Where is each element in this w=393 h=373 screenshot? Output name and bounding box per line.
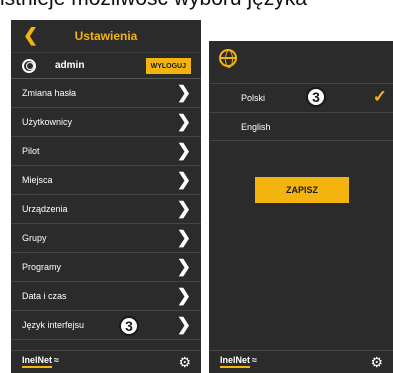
globe-icon xyxy=(219,49,237,68)
menu-item-devices[interactable]: Urządzenia ❯ xyxy=(11,195,201,224)
menu-item-label: Data i czas xyxy=(22,291,67,301)
chevron-right-icon: ❯ xyxy=(176,141,191,160)
chevron-right-icon: ❯ xyxy=(176,315,191,334)
menu-item-change-password[interactable]: Zmiana hasła ❯ xyxy=(11,79,201,108)
settings-screen: ❮ Ustawienia admin WYLOGUJ Zmiana hasła … xyxy=(11,20,201,373)
menu-item-label: Programy xyxy=(22,262,62,272)
logo-text: InelNet xyxy=(22,355,53,365)
logout-button[interactable]: WYLOGUJ xyxy=(145,58,191,74)
logo-text: InelNet xyxy=(220,355,251,365)
settings-header: ❮ Ustawienia xyxy=(11,20,201,52)
inelnet-logo: InelNet ≈ xyxy=(220,355,257,365)
user-name: admin xyxy=(55,60,85,71)
chevron-right-icon: ❯ xyxy=(176,112,191,131)
menu-item-label: Zmiana hasła xyxy=(22,88,77,98)
menu-item-groups[interactable]: Grupy ❯ xyxy=(11,224,201,253)
logo-underline xyxy=(22,366,52,368)
menu-item-remote[interactable]: Pilot ❯ xyxy=(11,137,201,166)
menu-item-label: Miejsca xyxy=(22,175,53,185)
language-option-polish[interactable]: Polski 3 ✓ xyxy=(209,83,393,112)
chevron-right-icon: ❯ xyxy=(176,170,191,189)
chevron-right-icon: ❯ xyxy=(176,257,191,276)
screen: istnieje możliwość wyboru języka ❮ Ustaw… xyxy=(0,0,393,373)
language-option-english[interactable]: English xyxy=(209,112,393,141)
chevron-right-icon: ❯ xyxy=(176,286,191,305)
wifi-icon: ≈ xyxy=(54,355,59,365)
caption-text: istnieje możliwość wyboru języka xyxy=(0,0,393,15)
inelnet-logo: InelNet ≈ xyxy=(22,355,59,365)
footer: InelNet ≈ ⚙ xyxy=(209,350,393,373)
wifi-icon: ≈ xyxy=(252,355,257,365)
page-title: Ustawienia xyxy=(74,29,138,43)
step-badge: 3 xyxy=(119,316,139,336)
gear-icon[interactable]: ⚙ xyxy=(370,354,383,371)
menu-item-places[interactable]: Miejsca ❯ xyxy=(11,166,201,195)
language-label: Polski xyxy=(241,93,266,103)
menu-item-label: Grupy xyxy=(22,233,47,243)
step-badge: 3 xyxy=(306,87,326,107)
menu-item-label: Język interfejsu xyxy=(22,320,85,330)
menu-item-label: Urządzenia xyxy=(22,204,68,214)
chevron-right-icon: ❯ xyxy=(176,83,191,102)
footer: InelNet ≈ ⚙ xyxy=(11,350,201,373)
save-button[interactable]: ZAPISZ xyxy=(255,177,349,203)
menu-item-interface-language[interactable]: Język interfejsu 3 ❯ xyxy=(11,311,201,340)
language-label: English xyxy=(241,122,271,132)
checkmark-icon: ✓ xyxy=(372,87,387,106)
settings-menu: Zmiana hasła ❯ Użytkownicy ❯ Pilot ❯ Mie… xyxy=(11,79,201,340)
chevron-right-icon: ❯ xyxy=(176,199,191,218)
menu-item-label: Pilot xyxy=(22,146,40,156)
menu-item-date-time[interactable]: Data i czas ❯ xyxy=(11,282,201,311)
menu-item-label: Użytkownicy xyxy=(22,117,73,127)
logo-underline xyxy=(220,366,250,368)
menu-item-users[interactable]: Użytkownicy ❯ xyxy=(11,108,201,137)
gear-icon[interactable]: ⚙ xyxy=(178,354,191,371)
chevron-right-icon: ❯ xyxy=(176,228,191,247)
language-screen: Polski 3 ✓ English ZAPISZ InelNet ≈ ⚙ xyxy=(209,41,393,373)
menu-item-programs[interactable]: Programy ❯ xyxy=(11,253,201,282)
user-icon xyxy=(22,59,36,73)
user-row: admin WYLOGUJ xyxy=(11,52,201,79)
